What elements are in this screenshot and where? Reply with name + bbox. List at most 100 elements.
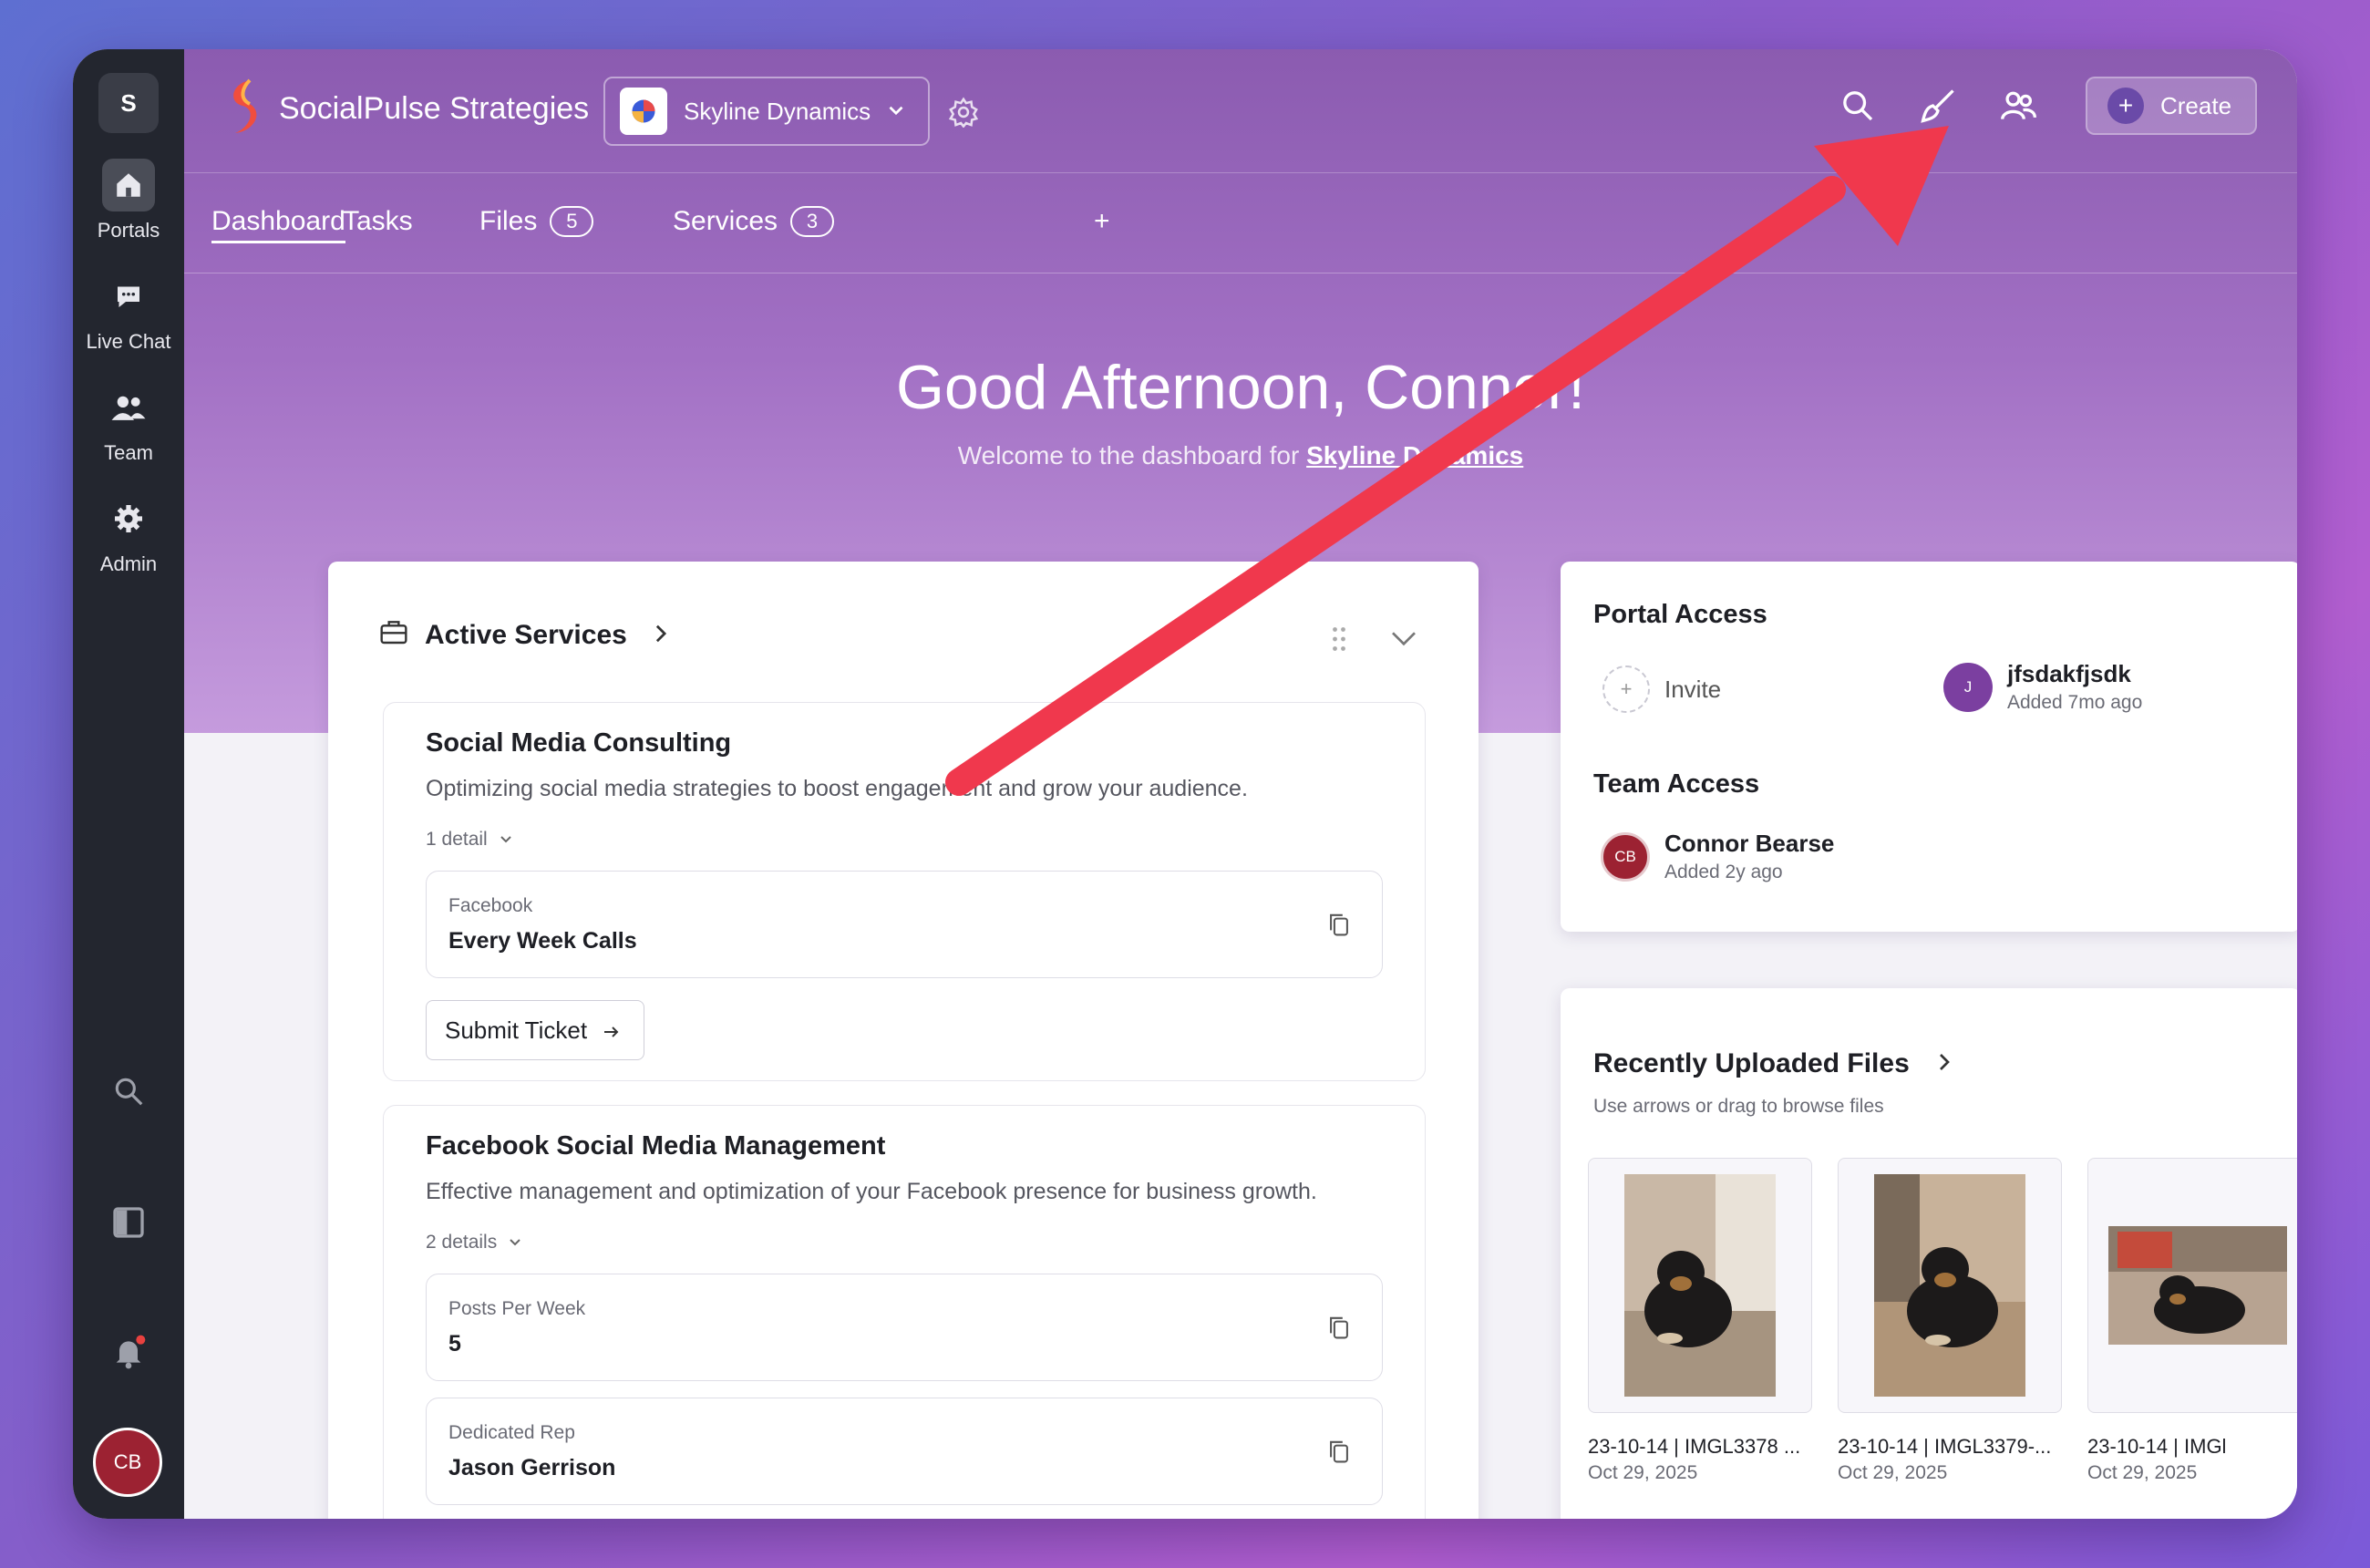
recent-files-title: Recently Uploaded Files <box>1593 1048 1910 1078</box>
active-services-title: Active Services <box>425 620 627 650</box>
search-icon[interactable] <box>1832 80 1883 131</box>
main-area: SocialPulse Strategies Skyline Dynamics <box>184 49 2297 1519</box>
portal-access-title: Portal Access <box>1593 600 1767 629</box>
tab-dashboard[interactable]: Dashboard <box>211 206 345 243</box>
field-label: Posts Per Week <box>448 1298 586 1319</box>
service-detail-field: Posts Per Week 5 <box>426 1274 1383 1381</box>
users-icon[interactable] <box>1993 80 2044 131</box>
file-date: Oct 29, 2025 <box>2087 1462 2198 1483</box>
tab-bar: Dashboard Tasks Files 5 Services 3 + <box>184 173 2297 273</box>
recent-files-subtitle: Use arrows or drag to browse files <box>1593 1096 1884 1117</box>
card-tools <box>1331 625 1418 657</box>
rail-item-live-chat[interactable]: Live Chat <box>86 270 171 354</box>
service-title: Facebook Social Media Management <box>426 1131 886 1161</box>
tab-label: Tasks <box>343 206 413 236</box>
team-icon <box>102 381 155 434</box>
rail-label-team: Team <box>104 441 153 464</box>
notification-bell-icon[interactable] <box>108 1331 149 1373</box>
briefcase-icon <box>379 618 408 653</box>
chevron-right-icon <box>653 620 669 651</box>
app-window: S Portals Live Chat Team Admin CB Social… <box>73 49 2297 1519</box>
tab-tasks[interactable]: Tasks <box>343 206 413 237</box>
add-tab-button[interactable]: + <box>1094 206 1110 237</box>
copy-icon[interactable] <box>1327 1439 1351 1469</box>
rail-label-admin: Admin <box>99 552 158 575</box>
chevron-right-icon <box>1937 1048 1952 1079</box>
brand-name: SocialPulse Strategies <box>279 91 590 126</box>
field-value: Jason Gerrison <box>448 1455 616 1480</box>
create-button[interactable]: + Create <box>2086 77 2257 135</box>
home-icon <box>101 159 155 211</box>
tab-count-badge: 3 <box>790 206 835 237</box>
workspace-link[interactable]: Skyline Dynamics <box>1306 441 1523 469</box>
collapse-chevron-icon[interactable] <box>1389 629 1418 654</box>
left-rail: S Portals Live Chat Team Admin CB <box>73 49 184 1519</box>
avatar: CB <box>1601 831 1650 882</box>
service-detail-field: Facebook Every Week Calls <box>426 871 1383 978</box>
chat-icon <box>102 270 155 323</box>
file-tile[interactable]: 23-10-14 | IMGL3378 ... Oct 29, 2025 <box>1588 1158 1812 1484</box>
copy-icon[interactable] <box>1327 1315 1351 1345</box>
rail-search-icon[interactable] <box>108 1070 149 1112</box>
active-services-header[interactable]: Active Services <box>379 618 669 653</box>
rail-label-live-chat: Live Chat <box>86 330 171 353</box>
team-member[interactable]: CB Connor Bearse Added 2y ago <box>1601 830 1834 883</box>
service-description: Effective management and optimization of… <box>426 1179 1317 1204</box>
file-name: 23-10-14 | IMGl <box>2087 1435 2227 1458</box>
tab-label: Dashboard <box>211 206 345 236</box>
workspace-settings-icon[interactable] <box>948 97 979 132</box>
tab-services[interactable]: Services 3 <box>673 206 835 237</box>
service-detail-field: Dedicated Rep Jason Gerrison <box>426 1398 1383 1505</box>
rail-label-portals: Portals <box>97 219 160 242</box>
service-item: Facebook Social Media Management Effecti… <box>383 1105 1426 1519</box>
file-thumbnail <box>2087 1158 2297 1413</box>
service-description: Optimizing social media strategies to bo… <box>426 776 1248 801</box>
top-bar: SocialPulse Strategies Skyline Dynamics <box>184 49 2297 173</box>
field-label: Facebook <box>448 895 533 916</box>
member-name: jfsdakfjsdk <box>2007 660 2131 687</box>
member-added: Added 2y ago <box>1664 861 1783 882</box>
active-services-card: Active Services Social Media Consulting … <box>328 562 1479 1519</box>
member-name: Connor Bearse <box>1664 830 1835 857</box>
invite-button[interactable]: + Invite <box>1602 665 1721 713</box>
portal-member[interactable]: J jfsdakfjsdk Added 7mo ago <box>1943 660 2142 714</box>
tab-label: + <box>1094 206 1110 236</box>
submit-ticket-label: Submit Ticket <box>445 1016 588 1044</box>
rail-item-portals[interactable]: Portals <box>98 159 160 242</box>
welcome-prefix: Welcome to the dashboard for <box>957 441 1307 469</box>
details-toggle[interactable]: 2 details <box>426 1232 522 1253</box>
service-item: Social Media Consulting Optimizing socia… <box>383 702 1426 1081</box>
workspace-badge[interactable]: S <box>98 73 159 133</box>
user-avatar[interactable]: CB <box>93 1428 162 1497</box>
welcome-text: Welcome to the dashboard for Skyline Dyn… <box>184 441 2297 470</box>
rail-item-admin[interactable]: Admin <box>100 492 157 576</box>
file-date: Oct 29, 2025 <box>1838 1462 1948 1483</box>
sidebar-toggle-icon[interactable] <box>108 1202 149 1243</box>
chevron-down-icon <box>884 98 908 129</box>
details-label: 1 detail <box>426 829 488 850</box>
paintbrush-icon[interactable] <box>1912 80 1963 131</box>
file-tile[interactable]: 23-10-14 | IMGl Oct 29, 2025 <box>2087 1158 2297 1484</box>
submit-ticket-button[interactable]: Submit Ticket <box>426 1000 644 1060</box>
rail-item-team[interactable]: Team <box>102 381 155 465</box>
chevron-down-icon <box>499 829 513 851</box>
service-title: Social Media Consulting <box>426 728 732 758</box>
file-tile[interactable]: 23-10-14 | IMGL3379-... Oct 29, 2025 <box>1838 1158 2062 1484</box>
copy-icon[interactable] <box>1327 912 1351 942</box>
details-toggle[interactable]: 1 detail <box>426 829 513 851</box>
workspace-name: Skyline Dynamics <box>684 97 871 125</box>
workspace-selector[interactable]: Skyline Dynamics <box>603 77 930 146</box>
drag-handle-icon[interactable] <box>1331 625 1347 657</box>
field-value: 5 <box>448 1331 461 1357</box>
chevron-down-icon <box>508 1232 522 1253</box>
invite-label: Invite <box>1664 675 1722 703</box>
field-label: Dedicated Rep <box>448 1422 575 1443</box>
recent-files-header[interactable]: Recently Uploaded Files <box>1593 1048 1952 1079</box>
details-label: 2 details <box>426 1232 498 1253</box>
file-name: 23-10-14 | IMGL3378 ... <box>1588 1435 1801 1458</box>
brand[interactable]: SocialPulse Strategies <box>221 77 589 141</box>
tab-label: Files <box>479 206 538 236</box>
tab-label: Services <box>673 206 778 236</box>
field-value: Every Week Calls <box>448 928 637 954</box>
tab-files[interactable]: Files 5 <box>479 206 594 237</box>
